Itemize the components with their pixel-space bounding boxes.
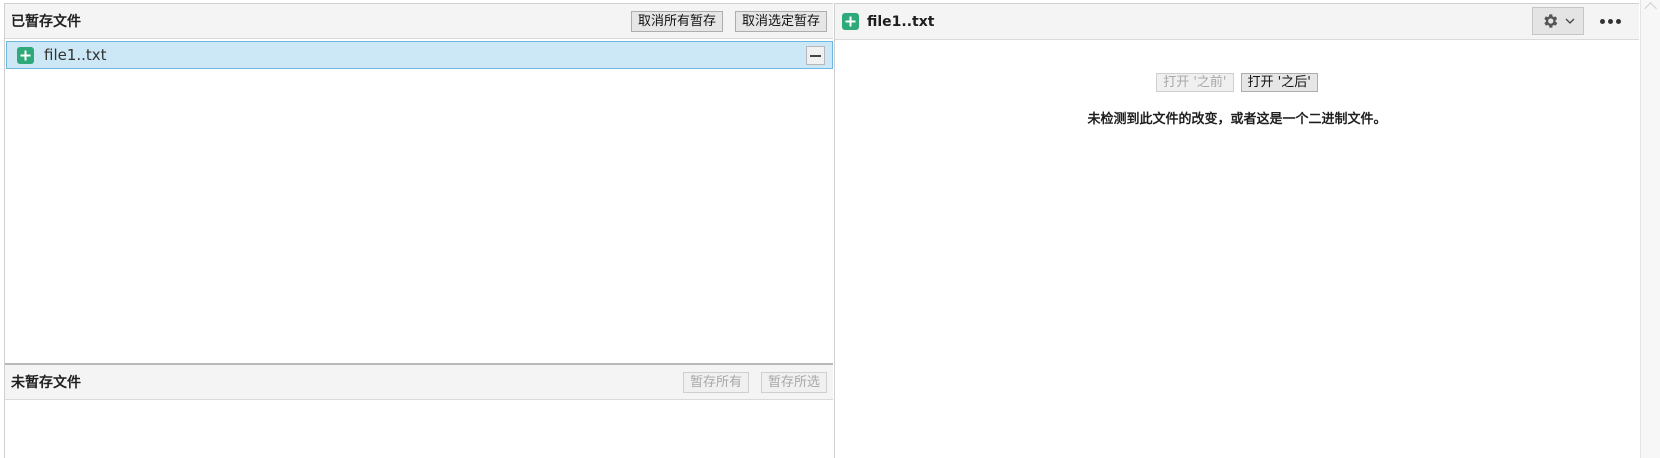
staged-file-name: file1..txt [44, 46, 107, 64]
right-scrollbar[interactable] [1640, 0, 1660, 458]
staged-file-row[interactable]: file1..txt [6, 41, 833, 69]
unstaged-files-header: 未暂存文件 暂存所有 暂存所选 [5, 365, 833, 400]
unstaged-files-list [5, 401, 833, 458]
unstaged-header-actions: 暂存所有 暂存所选 [682, 372, 827, 393]
unstage-selected-button[interactable]: 取消选定暂存 [734, 11, 827, 32]
staging-pane: 已暂存文件 取消所有暂存 取消选定暂存 file1..txt 未暂存文件 暂存所… [4, 3, 833, 458]
staged-header-actions: 取消所有暂存 取消选定暂存 [630, 11, 827, 32]
diff-header: file1..txt [835, 4, 1639, 40]
stage-selected-button[interactable]: 暂存所选 [760, 372, 827, 393]
unstaged-files-title: 未暂存文件 [11, 375, 81, 391]
stage-all-button[interactable]: 暂存所有 [682, 372, 749, 393]
open-before-button[interactable]: 打开 '之前' [1156, 73, 1234, 92]
staged-files-header: 已暂存文件 取消所有暂存 取消选定暂存 [5, 4, 833, 39]
staged-files-list: file1..txt [5, 40, 833, 366]
no-changes-message: 未检测到此文件的改变，或者这是一个二进制文件。 [1087, 112, 1387, 127]
chevron-down-icon [1565, 18, 1575, 24]
gear-icon [1544, 14, 1558, 28]
plus-square-icon [17, 46, 34, 64]
minus-icon [810, 54, 821, 57]
more-options-button[interactable] [1595, 10, 1625, 32]
chevron-up-icon [1644, 2, 1657, 15]
unstage-all-button[interactable]: 取消所有暂存 [630, 11, 723, 32]
settings-dropdown-button[interactable] [1532, 7, 1584, 35]
more-horizontal-icon [1599, 18, 1605, 24]
plus-square-icon [842, 13, 859, 30]
open-version-buttons: 打开 '之前' 打开 '之后' [835, 73, 1639, 92]
unstage-file-button[interactable] [806, 46, 825, 65]
diff-pane: file1..txt 打开 '之前' 打开 '之后' 未检测到此文件的改变，或者… [834, 3, 1639, 458]
diff-content: 打开 '之前' 打开 '之后' 未检测到此文件的改变，或者这是一个二进制文件。 [835, 40, 1639, 458]
staged-files-title: 已暂存文件 [11, 14, 81, 30]
open-after-button[interactable]: 打开 '之后' [1240, 73, 1318, 92]
diff-file-title: file1..txt [867, 13, 935, 30]
